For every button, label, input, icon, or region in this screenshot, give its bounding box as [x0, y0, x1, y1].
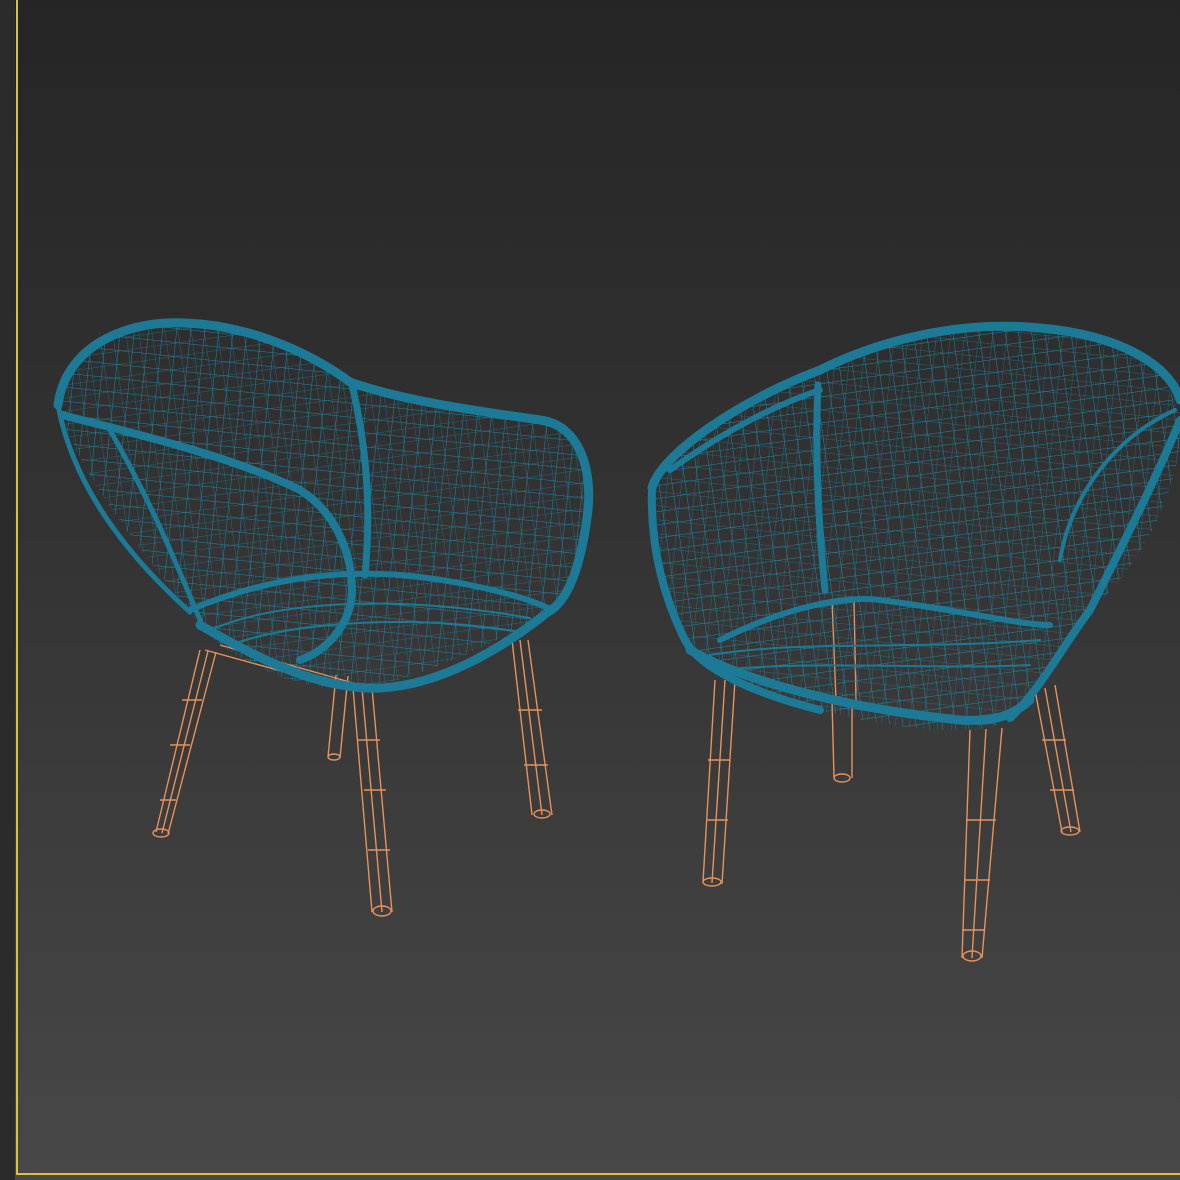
chair-left-shell [53, 318, 594, 693]
chair-right-shell [647, 321, 1180, 730]
chair-right-model[interactable] [640, 310, 1180, 962]
viewport[interactable] [0, 0, 1180, 1180]
scene-canvas[interactable] [0, 0, 1180, 1180]
chair-left-model[interactable] [40, 300, 610, 917]
